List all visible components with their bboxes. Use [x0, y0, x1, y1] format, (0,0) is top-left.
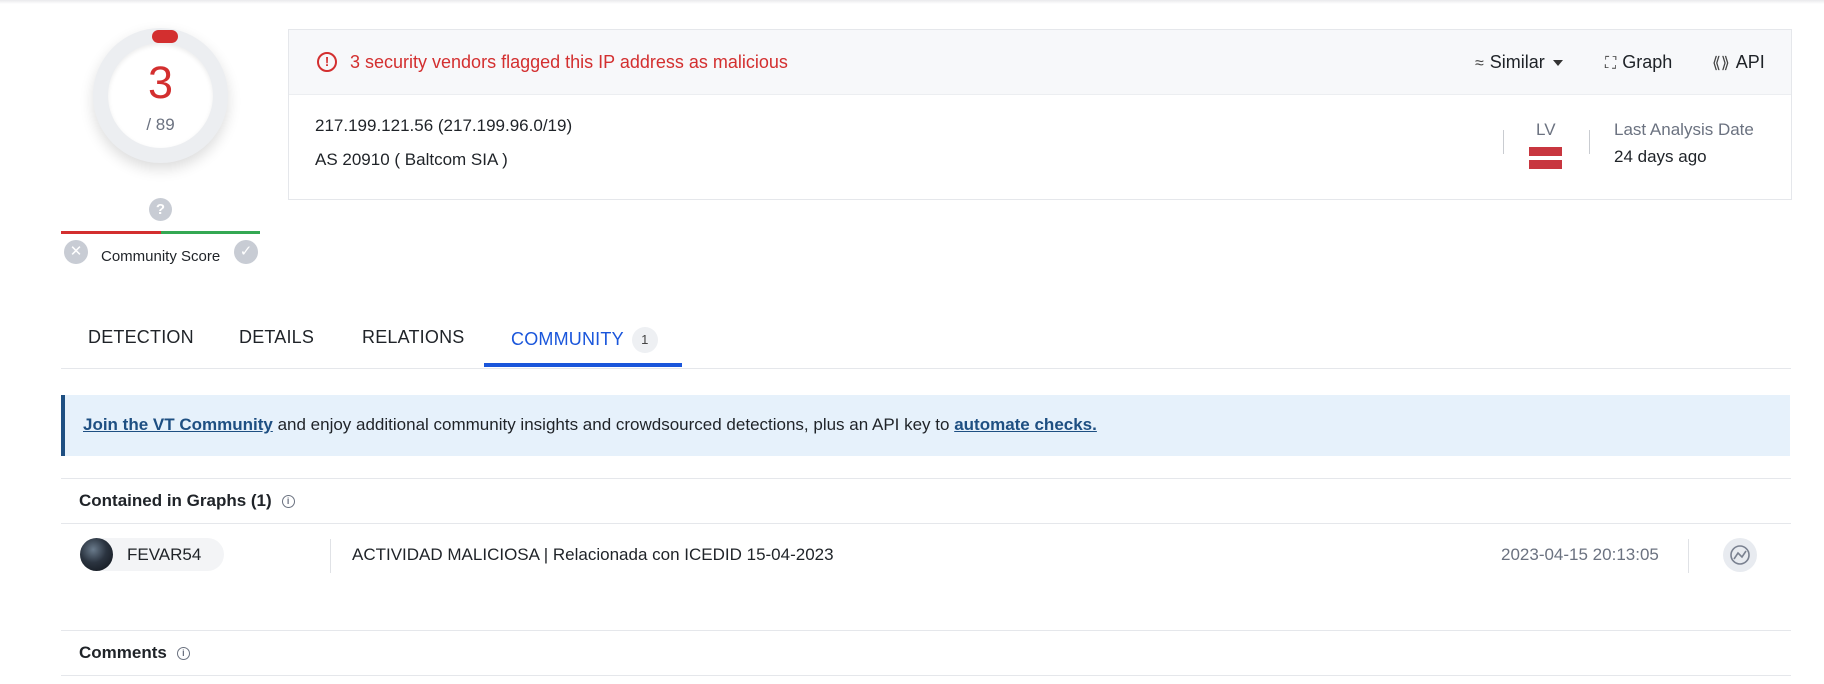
gauge-marker: [152, 30, 178, 43]
graphs-section-title: Contained in Graphs (1) i: [79, 491, 295, 511]
tab-details[interactable]: DETAILS: [239, 327, 314, 348]
comments-section-title: Comments i: [79, 643, 190, 663]
divider: [330, 539, 331, 573]
community-score-bar-negative: [61, 231, 161, 234]
last-analysis-label: Last Analysis Date: [1614, 120, 1754, 139]
graph-title-link[interactable]: ACTIVIDAD MALICIOSA | Relacionada con IC…: [352, 545, 834, 565]
comments-title: Comments: [79, 643, 167, 662]
similar-button[interactable]: ≈ Similar: [1475, 52, 1563, 73]
divider: [1503, 130, 1504, 154]
graph-button[interactable]: ⛶ Graph: [1605, 52, 1672, 73]
alert-row: ! 3 security vendors flagged this IP add…: [289, 30, 1791, 95]
ip-summary-card: ! 3 security vendors flagged this IP add…: [288, 29, 1792, 200]
join-community-link[interactable]: Join the VT Community: [83, 415, 273, 434]
banner-middle-text: and enjoy additional community insights …: [272, 415, 955, 434]
community-score-bar-positive: [161, 231, 260, 234]
info-icon[interactable]: i: [176, 647, 190, 661]
graph-nodes-icon: ⛶: [1605, 55, 1617, 72]
community-score-label: Community Score: [101, 248, 221, 265]
graph-open-icon[interactable]: [1723, 538, 1757, 572]
api-label: API: [1735, 52, 1765, 72]
active-tab-indicator: [484, 363, 682, 367]
similar-label: Similar: [1489, 52, 1545, 72]
chevron-down-icon: [1552, 60, 1563, 67]
graph-owner-chip[interactable]: FEVAR54: [80, 538, 224, 571]
detection-count: 3: [147, 57, 174, 108]
divider: [1589, 130, 1590, 154]
similar-wave-icon: ≈: [1475, 55, 1484, 72]
divider: [61, 523, 1791, 524]
upvote-check-icon[interactable]: ✓: [234, 240, 258, 264]
graph-owner-name: FEVAR54: [127, 545, 202, 564]
exclamation-circle-icon: !: [317, 52, 337, 72]
tab-community-count: 1: [631, 327, 658, 353]
join-community-banner: Join the VT Community and enjoy addition…: [61, 395, 1790, 456]
gauge-center: 3 / 89: [108, 43, 213, 148]
divider: [1688, 539, 1689, 573]
last-analysis-value: 24 days ago: [1614, 147, 1707, 166]
divider: [61, 675, 1791, 676]
downvote-close-icon[interactable]: ✕: [64, 240, 88, 264]
api-button[interactable]: ⟪⟫ API: [1712, 52, 1765, 73]
top-shadow: [0, 0, 1824, 4]
automate-checks-link[interactable]: automate checks.: [954, 415, 1097, 434]
detection-score-gauge: 3 / 89: [93, 28, 228, 163]
detection-total: / 89: [146, 115, 175, 134]
tab-detection[interactable]: DETECTION: [88, 327, 194, 348]
banner-text: Join the VT Community and enjoy addition…: [83, 415, 1097, 435]
tab-bar: DETECTION DETAILS RELATIONS COMMUNITY 1: [61, 300, 1791, 369]
api-icon: ⟪⟫: [1712, 55, 1730, 72]
autonomous-system[interactable]: AS 20910 ( Baltcom SIA ): [315, 150, 508, 170]
avatar: [80, 538, 113, 571]
tab-community-label: COMMUNITY: [511, 328, 624, 349]
divider: [61, 630, 1791, 631]
ip-address[interactable]: 217.199.121.56 (217.199.96.0/19): [315, 116, 572, 136]
tab-relations[interactable]: RELATIONS: [362, 327, 465, 348]
tab-community[interactable]: COMMUNITY 1: [511, 327, 658, 353]
graphs-title: Contained in Graphs (1): [79, 491, 272, 510]
divider: [61, 478, 1791, 479]
info-icon[interactable]: i: [281, 495, 295, 509]
malicious-alert-text: 3 security vendors flagged this IP addre…: [350, 52, 788, 72]
graph-label: Graph: [1622, 52, 1673, 72]
graph-date: 2023-04-15 20:13:05: [1501, 545, 1659, 564]
question-icon: ?: [149, 198, 172, 221]
latvia-flag-icon: [1529, 147, 1562, 169]
country-code: LV: [1536, 120, 1556, 139]
